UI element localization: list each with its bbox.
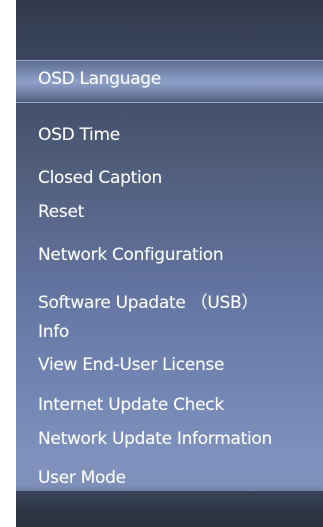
menu-item-osd-time[interactable]: OSD Time xyxy=(38,125,120,145)
menu-item-view-end-user-license[interactable]: View End-User License xyxy=(38,355,224,375)
menu-item-network-configuration[interactable]: Network Configuration xyxy=(38,245,224,265)
menu-item-closed-caption[interactable]: Closed Caption xyxy=(38,168,162,188)
footer-bar xyxy=(16,491,323,527)
menu-item-software-update[interactable]: Software Upadate （USB） xyxy=(38,288,258,313)
menu-item-info[interactable]: Info xyxy=(38,322,69,342)
menu-item-user-mode[interactable]: User Mode xyxy=(38,468,126,488)
menu-item-network-update-information[interactable]: Network Update Information xyxy=(38,429,272,449)
menu-item-osd-language[interactable]: OSD Language xyxy=(38,69,161,89)
menu-item-internet-update-check[interactable]: Internet Update Check xyxy=(38,395,224,415)
settings-menu-panel: OSD Language OSD Time Closed Caption Res… xyxy=(16,0,323,527)
menu-item-reset[interactable]: Reset xyxy=(38,202,84,222)
